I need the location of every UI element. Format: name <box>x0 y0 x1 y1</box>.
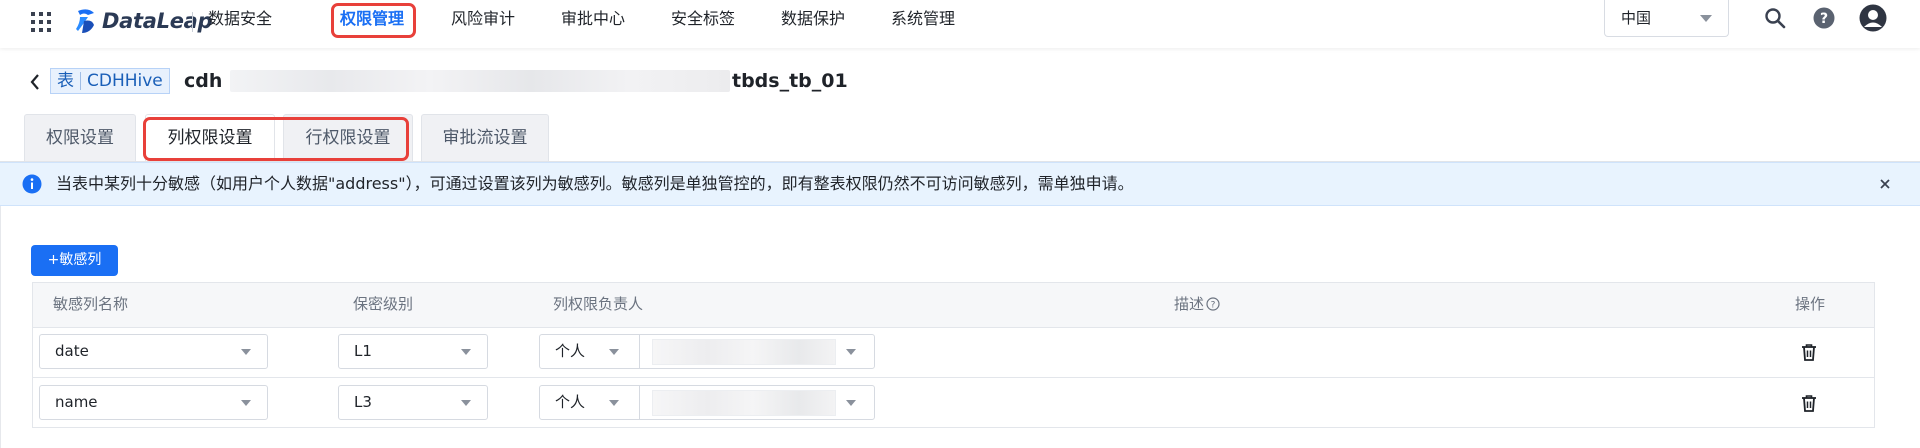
header-actions: 操作 <box>1795 295 1826 313</box>
trash-icon[interactable] <box>1799 393 1819 413</box>
tab-row-permission-settings[interactable]: 行权限设置 <box>283 114 413 162</box>
owner-user-select[interactable] <box>640 335 874 368</box>
banner-message: 当表中某列十分敏感（如用户个人数据"address"），可通过设置该列为敏感列。… <box>56 174 1134 193</box>
chevron-down-icon <box>609 400 619 406</box>
owner-type-value: 个人 <box>555 393 586 411</box>
back-arrow-icon[interactable] <box>28 72 42 92</box>
logo-divider <box>192 12 193 32</box>
header-column-name: 敏感列名称 <box>53 295 129 313</box>
owner-type-value: 个人 <box>555 342 586 360</box>
header-column-owner: 列权限负责人 <box>553 295 644 313</box>
tab-permission-settings[interactable]: 权限设置 <box>24 114 136 162</box>
nav-item-permission-management[interactable]: 权限管理 <box>340 8 404 30</box>
chevron-down-icon <box>846 349 856 355</box>
chevron-down-icon <box>846 400 856 406</box>
header-security-level: 保密级别 <box>353 295 414 313</box>
column-owner-group: 个人 <box>539 334 875 369</box>
chevron-down-icon <box>461 349 471 355</box>
chevron-down-icon <box>1700 15 1712 22</box>
table-type-tag: 表 CDHHive <box>50 68 170 94</box>
owner-type-select[interactable]: 个人 <box>540 335 640 368</box>
region-value: 中国 <box>1621 9 1652 27</box>
info-icon <box>22 174 42 194</box>
column-owner-group: 个人 <box>539 385 875 420</box>
nav-item-data-protection[interactable]: 数据保护 <box>781 8 845 30</box>
nav-item-system-management[interactable]: 系统管理 <box>891 8 955 30</box>
add-sensitive-column-button[interactable]: +敏感列 <box>31 245 118 276</box>
redacted-owner <box>652 339 836 365</box>
table-name-suffix: tbds_tb_01 <box>732 70 848 92</box>
table-row: name L3 个人 <box>33 378 1874 429</box>
tab-approval-flow-settings[interactable]: 审批流设置 <box>421 114 549 162</box>
sensitive-columns-table: 敏感列名称 保密级别 列权限负责人 描述 ? 操作 date L1 个人 nam… <box>32 282 1875 428</box>
content-border <box>0 206 1 448</box>
trash-icon[interactable] <box>1799 342 1819 362</box>
svg-text:?: ? <box>1820 11 1828 27</box>
user-avatar-icon[interactable] <box>1859 4 1887 32</box>
nav-item-risk-audit[interactable]: 风险审计 <box>451 8 515 30</box>
type-label: CDHHive <box>87 71 163 91</box>
nav-item-security-labels[interactable]: 安全标签 <box>671 8 735 30</box>
nav-item-approval-center[interactable]: 审批中心 <box>561 8 625 30</box>
column-name-select[interactable]: date <box>39 334 268 369</box>
tab-column-permission-settings[interactable]: 列权限设置 <box>145 114 275 163</box>
top-navigation-bar: DataLeap 数据安全 权限管理 风险审计 审批中心 安全标签 数据保护 系… <box>0 0 1920 48</box>
redacted-owner <box>652 390 836 416</box>
help-icon[interactable]: ? <box>1813 7 1835 29</box>
product-name: 数据安全 <box>208 9 273 28</box>
chevron-down-icon <box>461 400 471 406</box>
logo-mark-icon <box>76 9 94 33</box>
header-description: 描述 ? <box>1174 294 1220 314</box>
security-level-value: L3 <box>354 393 372 411</box>
region-select[interactable]: 中国 <box>1604 0 1729 37</box>
close-icon[interactable] <box>1876 175 1894 193</box>
table-row: date L1 个人 <box>33 327 1874 378</box>
svg-text:?: ? <box>1211 301 1216 311</box>
table-header: 敏感列名称 保密级别 列权限负责人 描述 ? 操作 <box>33 283 1874 328</box>
logo-text: DataLeap <box>102 9 213 33</box>
search-icon[interactable] <box>1764 7 1786 29</box>
redacted-table-name <box>230 70 730 92</box>
help-circle-icon[interactable]: ? <box>1206 297 1220 311</box>
header-description-label: 描述 <box>1174 295 1205 313</box>
chevron-down-icon <box>241 400 251 406</box>
table-name-prefix: cdh <box>184 70 223 92</box>
security-level-value: L1 <box>354 342 372 360</box>
info-banner: 当表中某列十分敏感（如用户个人数据"address"），可通过设置该列为敏感列。… <box>0 162 1920 206</box>
owner-user-select[interactable] <box>640 386 874 419</box>
chevron-down-icon <box>241 349 251 355</box>
security-level-select[interactable]: L1 <box>338 334 488 369</box>
owner-type-select[interactable]: 个人 <box>540 386 640 419</box>
column-name-select[interactable]: name <box>39 385 268 420</box>
type-char: 表 <box>57 71 74 91</box>
column-name-value: name <box>55 393 98 411</box>
chevron-down-icon <box>609 349 619 355</box>
column-name-value: date <box>55 342 89 360</box>
apps-grid-icon[interactable] <box>30 11 52 33</box>
security-level-select[interactable]: L3 <box>338 385 488 420</box>
type-tag-divider <box>80 72 81 90</box>
